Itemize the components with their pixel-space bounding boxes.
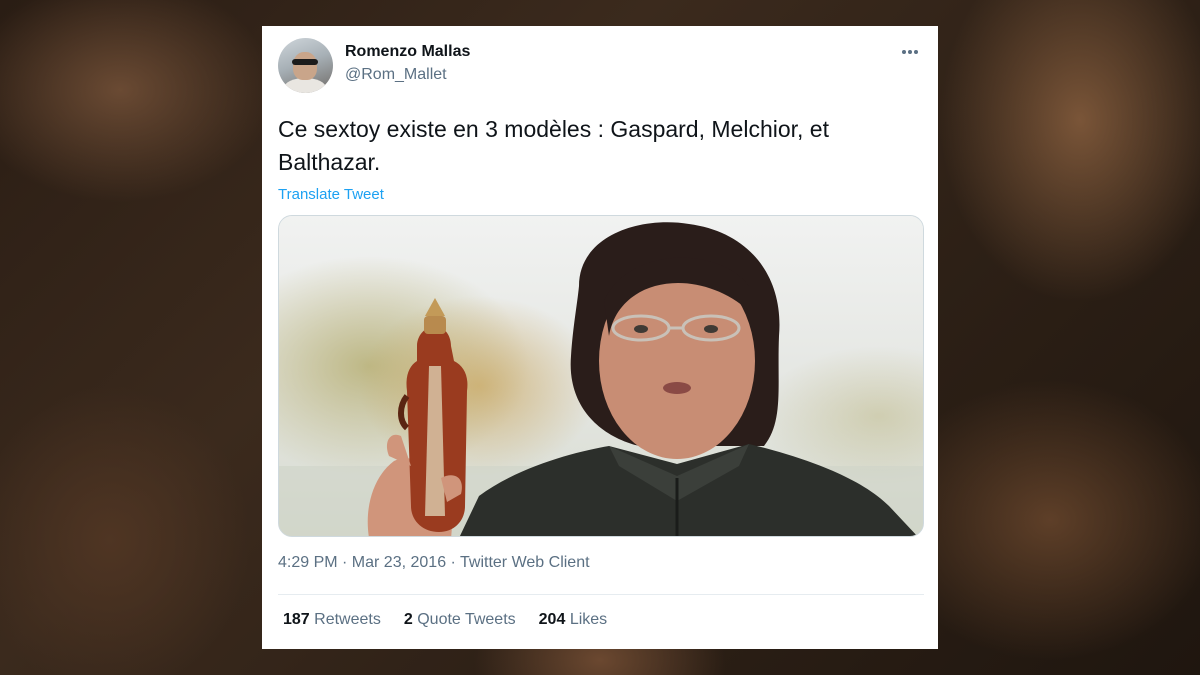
avatar[interactable] xyxy=(278,38,333,93)
author-handle[interactable]: @Rom_Mallet xyxy=(345,66,447,84)
tweet-text: Ce sextoy existe en 3 modèles : Gaspard,… xyxy=(278,116,829,175)
tweet-card: Romenzo Mallas @Rom_Mallet Ce sextoy exi… xyxy=(262,26,938,649)
retweets-count: 187 xyxy=(283,611,310,628)
likes-count: 204 xyxy=(538,611,566,628)
quote-tweets-count: 2 xyxy=(403,611,413,628)
tweet-photo[interactable] xyxy=(278,215,924,537)
retweets-label: Retweets xyxy=(314,611,381,628)
more-icon[interactable] xyxy=(896,42,924,62)
blurred-background: Romenzo Mallas @Rom_Mallet Ce sextoy exi… xyxy=(0,0,1200,675)
author-name[interactable]: Romenzo Mallas xyxy=(345,43,470,61)
translate-tweet-link[interactable]: Translate Tweet xyxy=(278,186,384,203)
likes-stat[interactable]: 204 Likes xyxy=(539,611,608,629)
quote-tweets-stat[interactable]: 2 Quote Tweets xyxy=(404,611,516,629)
retweets-stat[interactable]: 187 Retweets xyxy=(283,611,381,629)
tweet-stats: 187 Retweets 2 Quote Tweets 204 Likes xyxy=(283,611,607,629)
likes-label: Likes xyxy=(569,611,608,628)
tweet-timestamp[interactable]: 4:29 PM · Mar 23, 2016 · Twitter Web Cli… xyxy=(278,554,590,572)
quote-tweets-label: Quote Tweets xyxy=(417,611,516,628)
divider xyxy=(278,594,924,595)
